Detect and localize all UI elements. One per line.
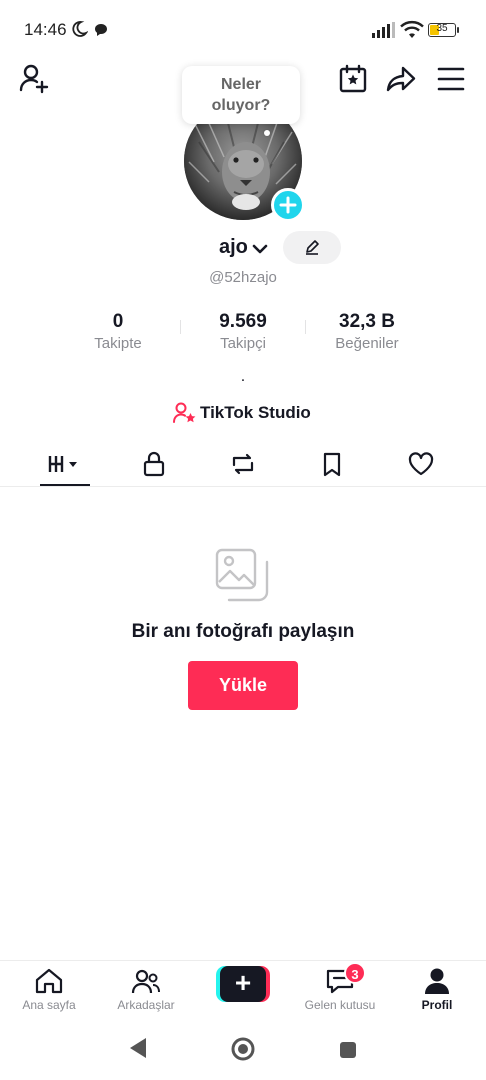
- battery-tip: [457, 27, 459, 33]
- stat-value: 32,3 B: [339, 311, 395, 332]
- stat-following[interactable]: 0 Takipte: [63, 311, 173, 352]
- moon-icon: [72, 21, 88, 37]
- create-button[interactable]: +: [216, 966, 270, 1002]
- home-icon: [35, 968, 63, 994]
- recents-icon[interactable]: [338, 1040, 358, 1060]
- nav-profile[interactable]: Profil: [389, 967, 485, 1012]
- stat-label: Takipte: [94, 335, 142, 352]
- nav-label: Arkadaşlar: [117, 998, 175, 1012]
- upload-button[interactable]: Yükle: [188, 661, 298, 710]
- stat-label: Beğeniler: [335, 335, 399, 352]
- wifi-icon: [400, 20, 424, 38]
- calendar-star-icon[interactable]: [338, 64, 368, 94]
- home-circle-icon[interactable]: [230, 1036, 256, 1062]
- share-icon[interactable]: [386, 64, 416, 94]
- friends-icon: [131, 969, 160, 994]
- stat-value: 9.569: [219, 311, 267, 332]
- stat-label: Takipçi: [220, 335, 266, 352]
- back-icon[interactable]: [128, 1036, 148, 1060]
- chevron-down-icon[interactable]: [252, 243, 268, 255]
- signal-icon: [372, 22, 395, 38]
- videos-grid-icon: [48, 456, 77, 472]
- user-handle: @52hzajo: [209, 269, 277, 286]
- profile-icon: [425, 968, 449, 994]
- bookmark-icon: [323, 452, 341, 477]
- inbox-badge: 3: [344, 962, 366, 984]
- tab-liked[interactable]: [391, 446, 451, 486]
- tab-private[interactable]: [124, 446, 184, 486]
- stat-likes[interactable]: 32,3 B Beğeniler: [312, 311, 422, 352]
- empty-state-title: Bir anı fotoğrafı paylaşın: [131, 621, 355, 642]
- photos-icon: [215, 548, 269, 602]
- stat-followers[interactable]: 9.569 Takipçi: [188, 311, 298, 352]
- stat-value: 0: [112, 311, 124, 332]
- nav-friends[interactable]: Arkadaşlar: [98, 967, 194, 1012]
- nav-label: Gelen kutusu: [304, 998, 376, 1012]
- tabs-divider: [0, 486, 486, 487]
- tiktok-studio-icon[interactable]: [173, 402, 197, 424]
- repost-icon: [232, 453, 254, 475]
- create-button-label: +: [220, 966, 266, 1002]
- status-bar: 14:46 35: [0, 0, 486, 60]
- username[interactable]: ajo: [219, 236, 248, 259]
- battery-icon: 35: [428, 23, 456, 37]
- tab-reposts[interactable]: [213, 446, 273, 486]
- status-time: 14:46: [24, 20, 67, 39]
- chat-notification-icon: [95, 24, 107, 36]
- add-friend-icon[interactable]: [18, 62, 50, 94]
- tab-videos[interactable]: [35, 446, 95, 486]
- heart-icon: [408, 452, 434, 476]
- menu-icon[interactable]: [437, 66, 465, 92]
- plus-icon: [279, 196, 297, 214]
- bio-text: .: [240, 368, 246, 385]
- tiktok-studio-link[interactable]: TikTok Studio: [200, 403, 311, 423]
- add-story-button[interactable]: [271, 188, 305, 222]
- bubble-text-line1: Neler: [220, 76, 262, 93]
- stat-divider: [305, 320, 306, 334]
- battery-percent: 35: [436, 23, 448, 34]
- lock-icon: [143, 451, 165, 477]
- nav-inbox[interactable]: Gelen kutusu: [292, 967, 388, 1012]
- bubble-text-line2: oluyor?: [211, 97, 271, 114]
- nav-home[interactable]: Ana sayfa: [1, 967, 97, 1012]
- edit-profile-button[interactable]: [283, 231, 341, 264]
- pencil-icon: [306, 240, 319, 255]
- stat-divider: [180, 320, 181, 334]
- nav-label: Profil: [421, 998, 453, 1012]
- bubble-tail: [264, 130, 270, 136]
- nav-label: Ana sayfa: [22, 998, 76, 1012]
- tab-saved[interactable]: [302, 446, 362, 486]
- status-bubble[interactable]: Neler oluyor?: [182, 66, 300, 124]
